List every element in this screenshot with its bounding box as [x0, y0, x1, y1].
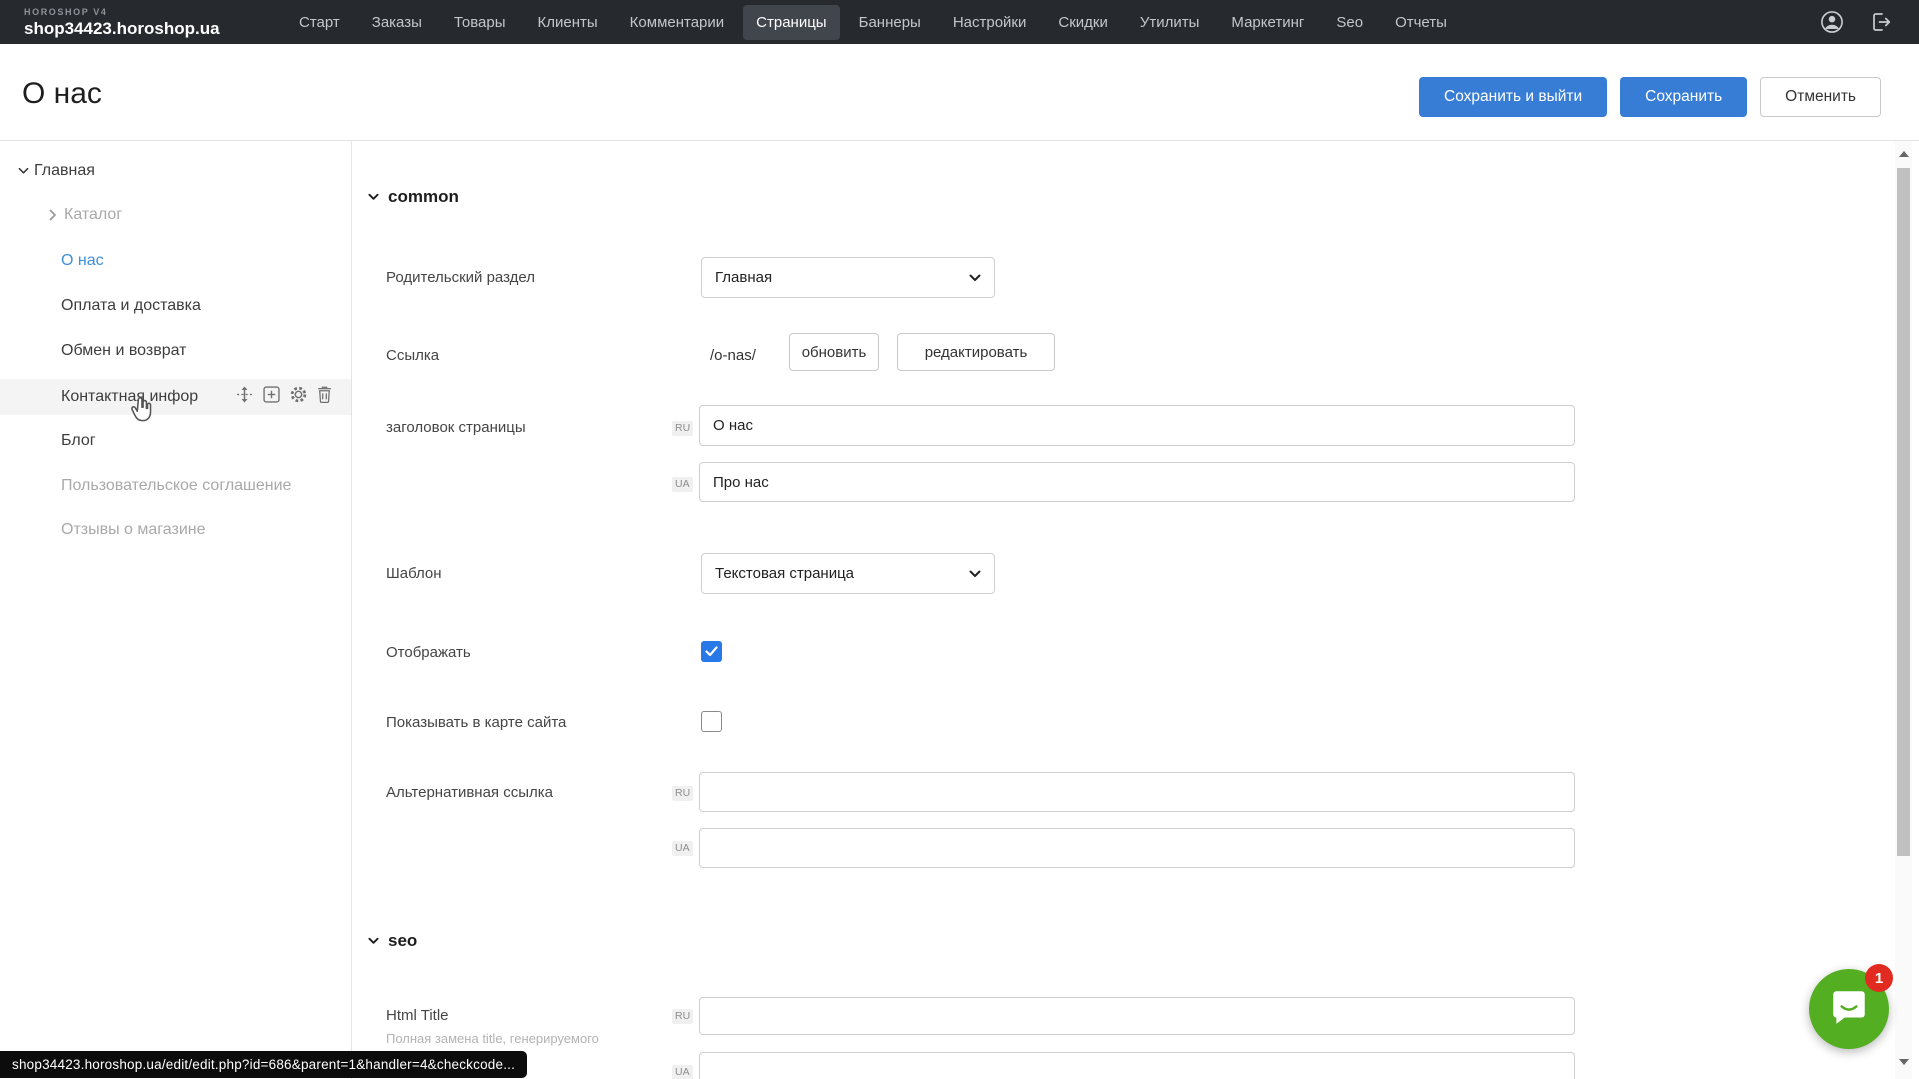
template-value: Текстовая страница [715, 565, 854, 582]
nav-item-pages-active[interactable]: Страницы [743, 5, 839, 40]
add-square-icon[interactable] [263, 386, 280, 408]
sidebar-item-label: О нас [61, 252, 104, 270]
nav-item-utilities[interactable]: Утилиты [1127, 5, 1213, 40]
account-circle-icon[interactable] [1819, 9, 1845, 35]
drag-icon[interactable] [236, 386, 253, 408]
page-title: О нас [22, 77, 102, 111]
vertical-scrollbar[interactable] [1895, 141, 1912, 1079]
sidebar-item-glavnaya[interactable]: Главная [0, 153, 351, 189]
lang-ua-badge: UA [672, 1065, 693, 1079]
parent-section-value: Главная [715, 269, 772, 286]
sidebar-item-otzyvy[interactable]: Отзывы о магазине [0, 512, 351, 548]
template-label: Шаблон [386, 565, 442, 582]
alt-link-ru-input[interactable] [699, 772, 1575, 812]
scroll-down-icon[interactable] [1899, 1059, 1909, 1065]
nav-item-banners[interactable]: Баннеры [846, 5, 934, 40]
scrollbar-thumb[interactable] [1897, 168, 1910, 856]
sidebar-item-label: Каталог [64, 206, 122, 224]
link-label: Ссылка [386, 347, 439, 364]
html-title-ru-input[interactable] [699, 997, 1575, 1035]
sidebar-item-obmen[interactable]: Обмен и возврат [0, 333, 351, 369]
link-refresh-button[interactable]: обновить [789, 333, 879, 371]
sidebar-item-polzovatelskoe[interactable]: Пользовательское соглашение [0, 468, 351, 504]
save-button[interactable]: Сохранить [1620, 77, 1747, 117]
gear-icon[interactable] [290, 386, 307, 408]
section-common-header[interactable]: common [368, 187, 459, 207]
pages-tree-sidebar: Главная Каталог О нас Оплата и доставка … [0, 141, 352, 1079]
template-select[interactable]: Текстовая страница [701, 553, 995, 594]
nav-item-orders[interactable]: Заказы [359, 5, 435, 40]
page-title-ua-input[interactable] [699, 462, 1575, 502]
display-checkbox-checked[interactable] [701, 641, 722, 662]
page-edit-form: common Родительский раздел Главная Ссылк… [352, 141, 1893, 1079]
lang-ru-badge: RU [672, 421, 693, 436]
alt-link-ua-input[interactable] [699, 828, 1575, 868]
chevron-down-icon [969, 570, 981, 578]
status-url-tooltip: shop34423.horoshop.ua/edit/edit.php?id=6… [0, 1051, 527, 1078]
section-seo-label: seo [388, 931, 417, 951]
sidebar-item-blog[interactable]: Блог [0, 423, 351, 459]
link-value: /o-nas/ [710, 347, 756, 364]
page-title-ru-input[interactable] [699, 405, 1575, 446]
nav-item-reports[interactable]: Отчеты [1382, 5, 1460, 40]
sidebar-item-o-nas-selected[interactable]: О нас [0, 243, 351, 279]
lang-ua-badge: UA [672, 841, 693, 856]
chat-unread-badge: 1 [1865, 964, 1893, 992]
sidebar-item-kontaktnaya-hovered[interactable]: Контактная инфор [0, 379, 351, 415]
nav-item-products[interactable]: Товары [441, 5, 519, 40]
lang-ru-badge: RU [672, 786, 693, 801]
sidebar-item-label: Обмен и возврат [61, 342, 186, 360]
nav-item-discounts[interactable]: Скидки [1045, 5, 1120, 40]
display-label: Отображать [386, 644, 471, 661]
brand-logo[interactable]: HOROSHOP V4 shop34423.horoshop.ua [24, 8, 254, 37]
chevron-down-icon[interactable] [12, 167, 34, 175]
trash-icon[interactable] [317, 386, 332, 408]
html-title-hint: Полная замена title, генерируемого [386, 1031, 599, 1046]
nav-item-settings[interactable]: Настройки [940, 5, 1040, 40]
nav-item-comments[interactable]: Комментарии [617, 5, 737, 40]
chat-bubble-icon [1828, 987, 1870, 1032]
chevron-down-icon [368, 937, 379, 945]
brand-domain-label: shop34423.horoshop.ua [24, 20, 254, 37]
brand-version-label: HOROSHOP V4 [24, 8, 254, 17]
sidebar-item-label: Блог [61, 432, 96, 450]
nav-item-start[interactable]: Старт [286, 5, 353, 40]
page-header: О нас Сохранить и выйти Сохранить Отмени… [0, 44, 1919, 141]
main-nav: Старт Заказы Товары Клиенты Комментарии … [286, 5, 1460, 40]
cancel-button[interactable]: Отменить [1760, 77, 1881, 117]
top-navigation-bar: HOROSHOP V4 shop34423.horoshop.ua Старт … [0, 0, 1919, 44]
scroll-up-icon[interactable] [1899, 151, 1909, 157]
sidebar-item-katalog[interactable]: Каталог [0, 197, 351, 233]
sitemap-checkbox-unchecked[interactable] [701, 711, 722, 732]
parent-section-select[interactable]: Главная [701, 257, 995, 298]
html-title-label: Html Title [386, 1007, 449, 1024]
lang-ua-badge: UA [672, 477, 693, 492]
save-and-exit-button[interactable]: Сохранить и выйти [1419, 77, 1607, 117]
sidebar-item-label: Контактная инфор [61, 388, 198, 406]
sidebar-item-label: Главная [34, 162, 95, 180]
chevron-right-icon[interactable] [42, 209, 64, 221]
sidebar-item-label: Отзывы о магазине [61, 521, 206, 539]
alt-link-label: Альтернативная ссылка [386, 784, 553, 801]
link-edit-button[interactable]: редактировать [897, 333, 1055, 371]
sidebar-item-oplata[interactable]: Оплата и доставка [0, 288, 351, 324]
section-seo-header[interactable]: seo [368, 931, 417, 951]
nav-item-marketing[interactable]: Маркетинг [1218, 5, 1317, 40]
lang-ru-badge: RU [672, 1009, 693, 1024]
check-icon [705, 646, 718, 657]
sitemap-label: Показывать в карте сайта [386, 714, 566, 731]
chevron-down-icon [969, 274, 981, 282]
nav-item-clients[interactable]: Клиенты [525, 5, 611, 40]
page-title-label: заголовок страницы [386, 419, 526, 436]
html-title-ua-input[interactable] [699, 1052, 1575, 1079]
section-common-label: common [388, 187, 459, 207]
logout-icon[interactable] [1869, 10, 1893, 34]
chevron-down-icon [368, 193, 379, 201]
sidebar-item-label: Оплата и доставка [61, 297, 201, 315]
nav-item-seo[interactable]: Seo [1323, 5, 1376, 40]
sidebar-item-label: Пользовательское соглашение [61, 477, 291, 495]
parent-section-label: Родительский раздел [386, 269, 535, 286]
